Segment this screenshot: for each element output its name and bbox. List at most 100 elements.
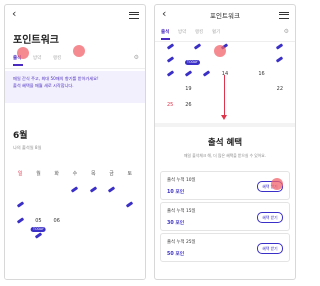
calendar-day (121, 229, 139, 244)
benefit-title: 출석 혜택 (207, 138, 243, 148)
notice-banner: 매일 간식 주고, 최대 50매의 향기를 받아가세요! 출석 혜택을 매월 새… (5, 71, 145, 103)
check-stamp-icon (34, 232, 43, 239)
tap-indicator-ranking-tab (73, 45, 85, 57)
tap-indicator-claim-button (271, 178, 283, 190)
calendar-week (11, 245, 139, 261)
check-stamp-icon (71, 186, 79, 193)
check-stamp-icon (16, 217, 24, 224)
benefit-card: 출석 누적 15일 30 포인 혜택 받기 (160, 202, 290, 231)
attendance-count: 나의 출석일 8일 (13, 145, 42, 150)
calendar-day (121, 198, 139, 213)
tab-ranking[interactable]: 랭킹 (53, 55, 61, 61)
left-phone-screen: ‹ 포인트워크 출석 방약 랭킹 ⚙ 매일 간식 주고, 최대 50매의 향기를… (4, 4, 146, 280)
calendar-day (29, 245, 47, 260)
calendar-day (84, 229, 102, 244)
tab-4[interactable]: 혈기 (212, 29, 220, 35)
calendar-day (11, 198, 29, 213)
calendar-week (11, 198, 139, 214)
weekday: 금 (109, 171, 114, 178)
calendar-day (121, 245, 139, 260)
weekday: 목 (90, 171, 96, 178)
calendar-week (11, 183, 139, 199)
check-stamp-icon (89, 186, 97, 193)
calendar-day (11, 245, 29, 260)
calendar-day (66, 229, 84, 244)
calendar-day: 06 (53, 217, 60, 224)
check-stamp-icon (184, 70, 193, 77)
chevron-left-icon[interactable]: ‹ (12, 7, 16, 20)
tap-indicator-attendance-tab (17, 47, 29, 59)
benefit-label: 출석 누적 15일 (167, 209, 196, 214)
page-title: 포인트워크 (210, 12, 240, 20)
calendar-day (102, 214, 120, 229)
claim-benefit-button[interactable]: 혜택 받기 (257, 243, 283, 254)
benefit-label: 출석 누적 25일 (167, 240, 196, 245)
arrow-down-icon (221, 115, 227, 120)
right-phone-screen: ‹ 포인트워크 출석 방약 랭킹 혈기 ⚙ 14 16 19 22 25 26 … (154, 4, 296, 280)
check-stamp-icon (166, 70, 175, 77)
benefit-subtitle: 매일 출석체크 해, 더 많은 혜택을 받으실 수 있어요. (184, 153, 266, 158)
calendar-day (66, 183, 84, 198)
calendar-day (29, 183, 47, 198)
calendar-day (66, 245, 84, 260)
calendar-day (84, 214, 102, 229)
claim-benefit-button[interactable]: 혜택 받기 (257, 212, 283, 223)
calendar-day (102, 198, 120, 213)
check-stamp-icon (193, 43, 202, 50)
calendar-day (66, 214, 84, 229)
check-stamp-icon (275, 43, 284, 50)
calendar-day (121, 183, 139, 198)
today-badge: TODAY (185, 60, 200, 65)
check-stamp-icon (126, 201, 134, 208)
calendar-day (102, 245, 120, 260)
benefit-label: 출석 누적 10일 (167, 178, 196, 183)
calendar-day (66, 198, 84, 213)
benefit-card: 출석 누적 25일 50 포인 혜택 받기 (160, 233, 290, 262)
top-bar: ‹ (5, 5, 145, 25)
attendance-calendar-section: 6월 나의 출석일 8일 일 월 화 수 목 금 토 05 06 TODAY (5, 110, 145, 279)
weekday: 일 (17, 171, 23, 178)
calendar-day (11, 229, 29, 244)
tab-2[interactable]: 방약 (178, 29, 186, 35)
month-title: 6월 (13, 131, 28, 141)
tab-2[interactable]: 방약 (33, 55, 41, 61)
gear-icon[interactable]: ⚙ (134, 54, 139, 61)
active-tab-indicator (13, 64, 23, 66)
check-stamp-icon (166, 43, 175, 50)
hamburger-menu-icon[interactable] (129, 12, 139, 19)
calendar-day-today: TODAY (29, 227, 47, 244)
calendar-day (84, 245, 102, 260)
tab-ranking[interactable]: 랭킹 (195, 29, 203, 35)
calendar-day (48, 198, 66, 213)
weekday-header: 일 월 화 수 목 금 토 (11, 167, 139, 183)
tab-attendance[interactable]: 출석 (161, 29, 169, 35)
weekday: 토 (127, 171, 133, 178)
calendar-day (121, 214, 139, 229)
today-badge: TODAY (31, 227, 46, 232)
calendar: 일 월 화 수 목 금 토 05 06 TODAY (11, 167, 139, 260)
check-stamp-icon (166, 56, 175, 63)
top-bar: ‹ 포인트워크 (155, 5, 295, 25)
benefit-points: 30 포인 (167, 221, 185, 226)
calendar-day (84, 198, 102, 213)
calendar-day (48, 245, 66, 260)
hamburger-menu-icon[interactable] (279, 12, 289, 19)
page-title: 포인트워크 (13, 35, 59, 46)
weekday: 수 (72, 171, 78, 178)
weekday: 화 (54, 171, 59, 178)
calendar-week: 05 06 (11, 214, 139, 230)
check-stamp-icon (202, 70, 211, 77)
calendar-day (11, 183, 29, 198)
arrow-line (224, 75, 225, 115)
check-stamp-icon (275, 56, 284, 63)
benefit-points: 50 포인 (167, 252, 185, 257)
calendar-day (102, 183, 120, 198)
calendar-week: TODAY (11, 227, 139, 245)
tap-indicator-ranking-tab (214, 45, 226, 57)
gear-icon[interactable]: ⚙ (284, 28, 289, 35)
calendar-day (11, 214, 29, 229)
check-stamp-icon (16, 201, 24, 208)
divider (5, 68, 145, 69)
weekday: 월 (36, 171, 41, 178)
benefit-points: 10 포인 (167, 190, 185, 195)
